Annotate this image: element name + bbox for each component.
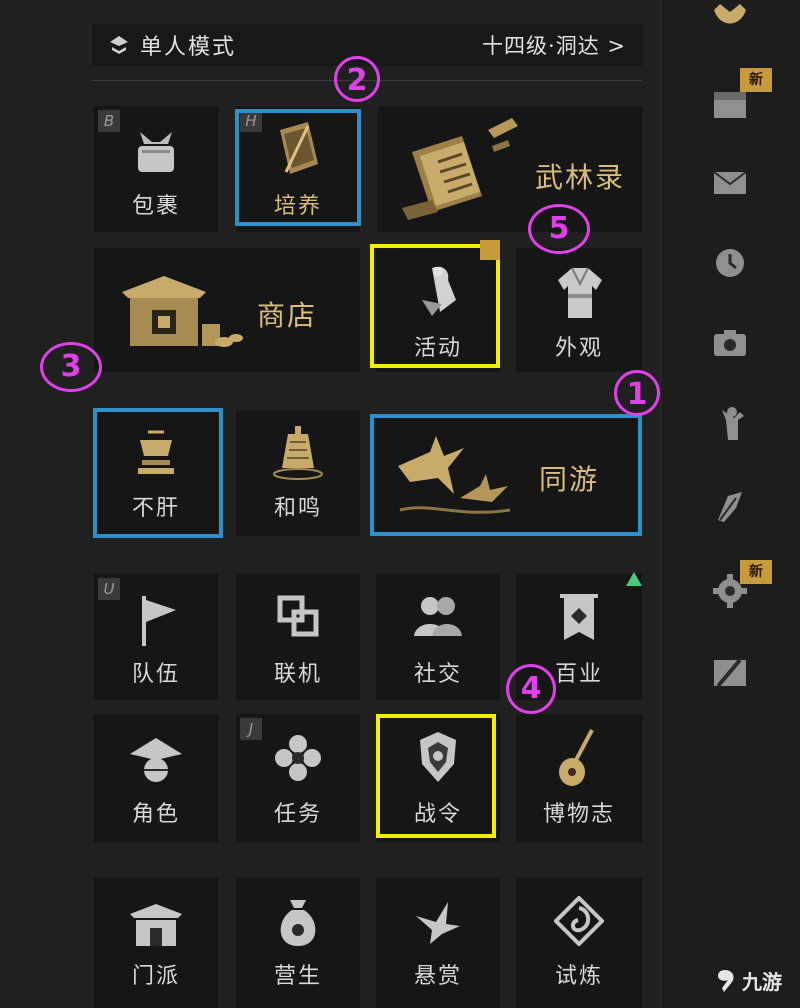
flower-icon [275,735,321,781]
flag-icon [142,596,176,646]
tile-label: 任务 [273,802,322,827]
annotation-box-blue [93,408,223,538]
hotkey-badge: U [98,578,120,600]
emote-figure-icon[interactable] [710,406,750,440]
tile-shangdian[interactable]: 商店 [94,248,360,372]
annotation-box-yellow [370,244,500,368]
tile-bowuzhi[interactable]: 博物志 [516,714,642,842]
tile-lianji[interactable]: 联机 [236,574,360,700]
level-link[interactable]: 十四级·洞达 > [482,30,626,60]
gate-icon [130,904,182,946]
robe-icon [558,267,602,318]
package-icon [138,132,174,172]
tile-label: 营生 [273,964,322,989]
tile-shejiao[interactable]: 社交 [376,574,500,700]
tile-yingsheng[interactable]: 营生 [236,878,360,1008]
tile-label: 门派 [131,964,180,989]
tile-label: 博物志 [542,802,615,827]
mail-icon[interactable] [710,166,750,200]
annotation-number-3: 3 [40,342,102,392]
screen-toggle-icon[interactable] [710,656,750,690]
hat-icon [130,738,182,782]
single-mode-icon [110,36,128,54]
tile-renwu[interactable]: J 任务 [236,714,360,842]
tile-baoguo[interactable]: B 包裹 [94,106,218,232]
annotation-number-1: 1 [614,370,660,416]
watermark-logo-icon [718,969,734,992]
hotkey-badge: J [240,718,262,740]
bell-icon [273,426,323,480]
watermark-text: 九游 [742,970,782,994]
dove-icon [416,902,460,944]
tile-heming[interactable]: 和鸣 [236,410,360,536]
annotation-box-blue [370,414,642,536]
annotation-box-blue [235,109,361,226]
tile-label: 队伍 [131,662,180,687]
new-badge: 新 [740,68,772,92]
tile-xuanshang[interactable]: 悬赏 [376,878,500,1008]
tile-label: 悬赏 [413,964,462,989]
inventory-chest-icon[interactable] [710,88,750,122]
tile-duiwu[interactable]: U 队伍 [94,574,218,700]
new-marker [480,240,500,260]
people-icon [414,597,462,636]
tile-juese[interactable]: 角色 [94,714,218,842]
tile-wulinlu[interactable]: 武林录 [378,106,642,232]
tile-label: 联机 [273,662,322,687]
annotation-number-5: 5 [528,204,590,254]
tile-menpai[interactable]: 门派 [94,878,218,1008]
camera-icon[interactable] [710,326,750,360]
annotation-number-2: 2 [334,56,380,102]
link-icon [277,595,319,637]
tile-label: 外观 [554,336,603,361]
mode-label: 单人模式 [140,35,237,60]
money-bag-icon [280,900,316,946]
tile-label: 试炼 [554,964,603,989]
pipa-icon [559,729,594,786]
feather-icon[interactable] [710,490,750,524]
tile-label: 角色 [131,802,180,827]
new-badge: 新 [740,560,772,584]
banner-icon [560,594,598,640]
hotkey-badge: B [98,110,120,132]
tile-label: 和鸣 [273,496,322,521]
tile-label: 社交 [413,662,462,687]
tile-label: 包裹 [131,194,180,219]
tile-shilian[interactable]: 试炼 [516,878,642,1008]
watermark: 九游 [712,966,782,995]
avatar-icon[interactable] [710,0,750,34]
annotation-box-yellow [376,714,496,838]
tile-waiguan[interactable]: 外观 [516,248,642,372]
clock-icon[interactable] [710,246,750,280]
vortex-icon [554,896,604,946]
annotation-number-4: 4 [506,664,556,714]
up-arrow-icon [626,572,642,586]
